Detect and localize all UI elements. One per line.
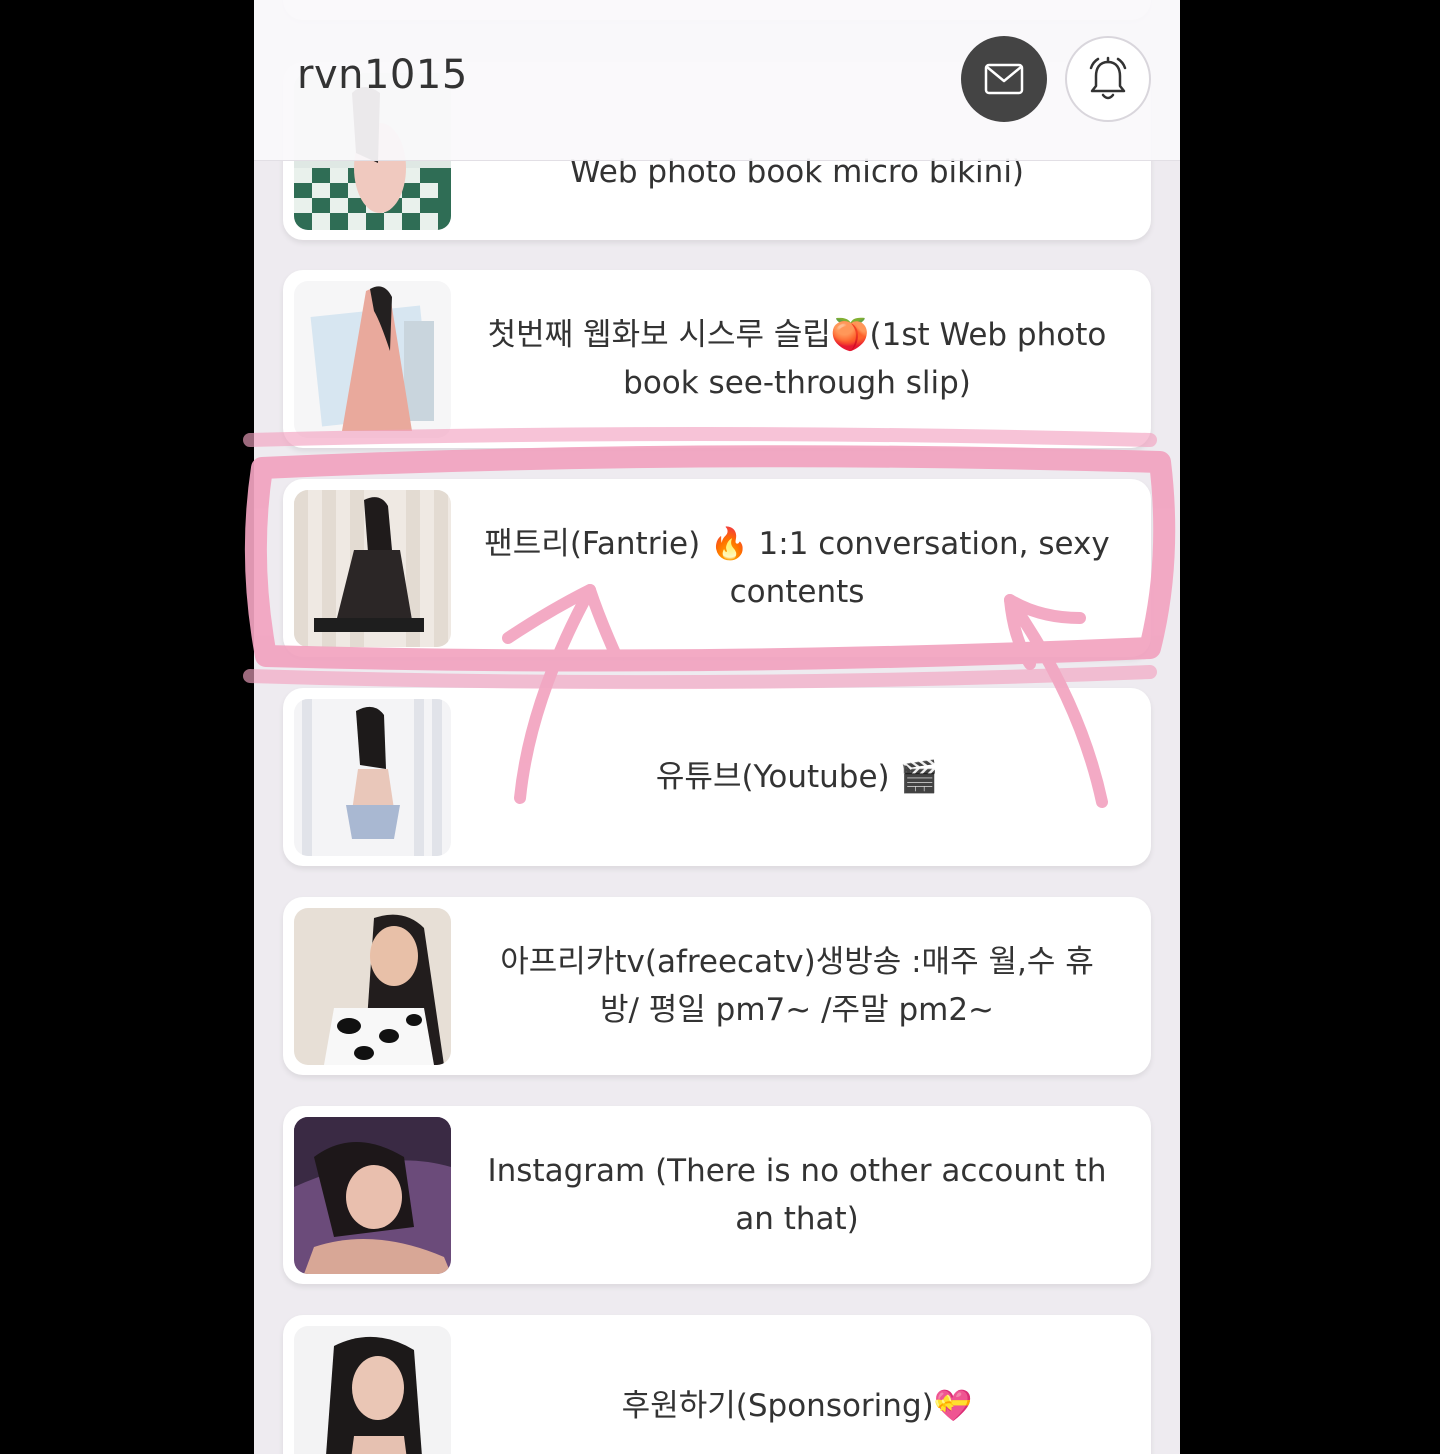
bell-icon: [1089, 56, 1127, 100]
username: rvn1015: [297, 52, 468, 98]
photo-thumbnail: [294, 1117, 451, 1274]
link-label: Instagram (There is no other account tha…: [487, 1153, 1107, 1237]
link-label: 유튜브(Youtube) 🎬: [655, 759, 939, 795]
link-card-fantrie[interactable]: 팬트리(Fantrie) 🔥 1:1 conversation, sexy co…: [283, 479, 1151, 657]
link-label: 후원하기(Sponsoring)💝: [621, 1388, 973, 1424]
photo-thumbnail: [294, 1326, 451, 1454]
link-card-youtube[interactable]: 유튜브(Youtube) 🎬: [283, 688, 1151, 866]
mail-icon: [984, 63, 1024, 95]
photo-thumbnail: [294, 908, 451, 1065]
message-button[interactable]: [961, 36, 1047, 122]
photo-thumbnail: [294, 699, 451, 856]
link-card-afreecatv[interactable]: 아프리카tv(afreecatv)생방송 :매주 월,수 휴방/ 평일 pm7~…: [283, 897, 1151, 1075]
link-card-instagram[interactable]: Instagram (There is no other account tha…: [283, 1106, 1151, 1284]
link-card-first-web-photo-book[interactable]: 첫번째 웹화보 시스루 슬립🍑(1st Web photo book see-t…: [283, 270, 1151, 448]
notification-button[interactable]: [1065, 36, 1151, 122]
link-card-sponsoring[interactable]: 후원하기(Sponsoring)💝: [283, 1315, 1151, 1454]
link-label: 첫번째 웹화보 시스루 슬립🍑(1st Web photo book see-t…: [487, 317, 1107, 401]
link-label: 아프리카tv(afreecatv)생방송 :매주 월,수 휴방/ 평일 pm7~…: [500, 944, 1094, 1028]
photo-thumbnail: [294, 490, 451, 647]
phone-screen: Web photo book micro bikini) 첫번째 웹화보 시스루…: [254, 0, 1180, 1454]
photo-thumbnail: [294, 281, 451, 438]
link-label: 팬트리(Fantrie) 🔥 1:1 conversation, sexy co…: [484, 526, 1110, 610]
profile-header: rvn1015: [254, 0, 1180, 161]
